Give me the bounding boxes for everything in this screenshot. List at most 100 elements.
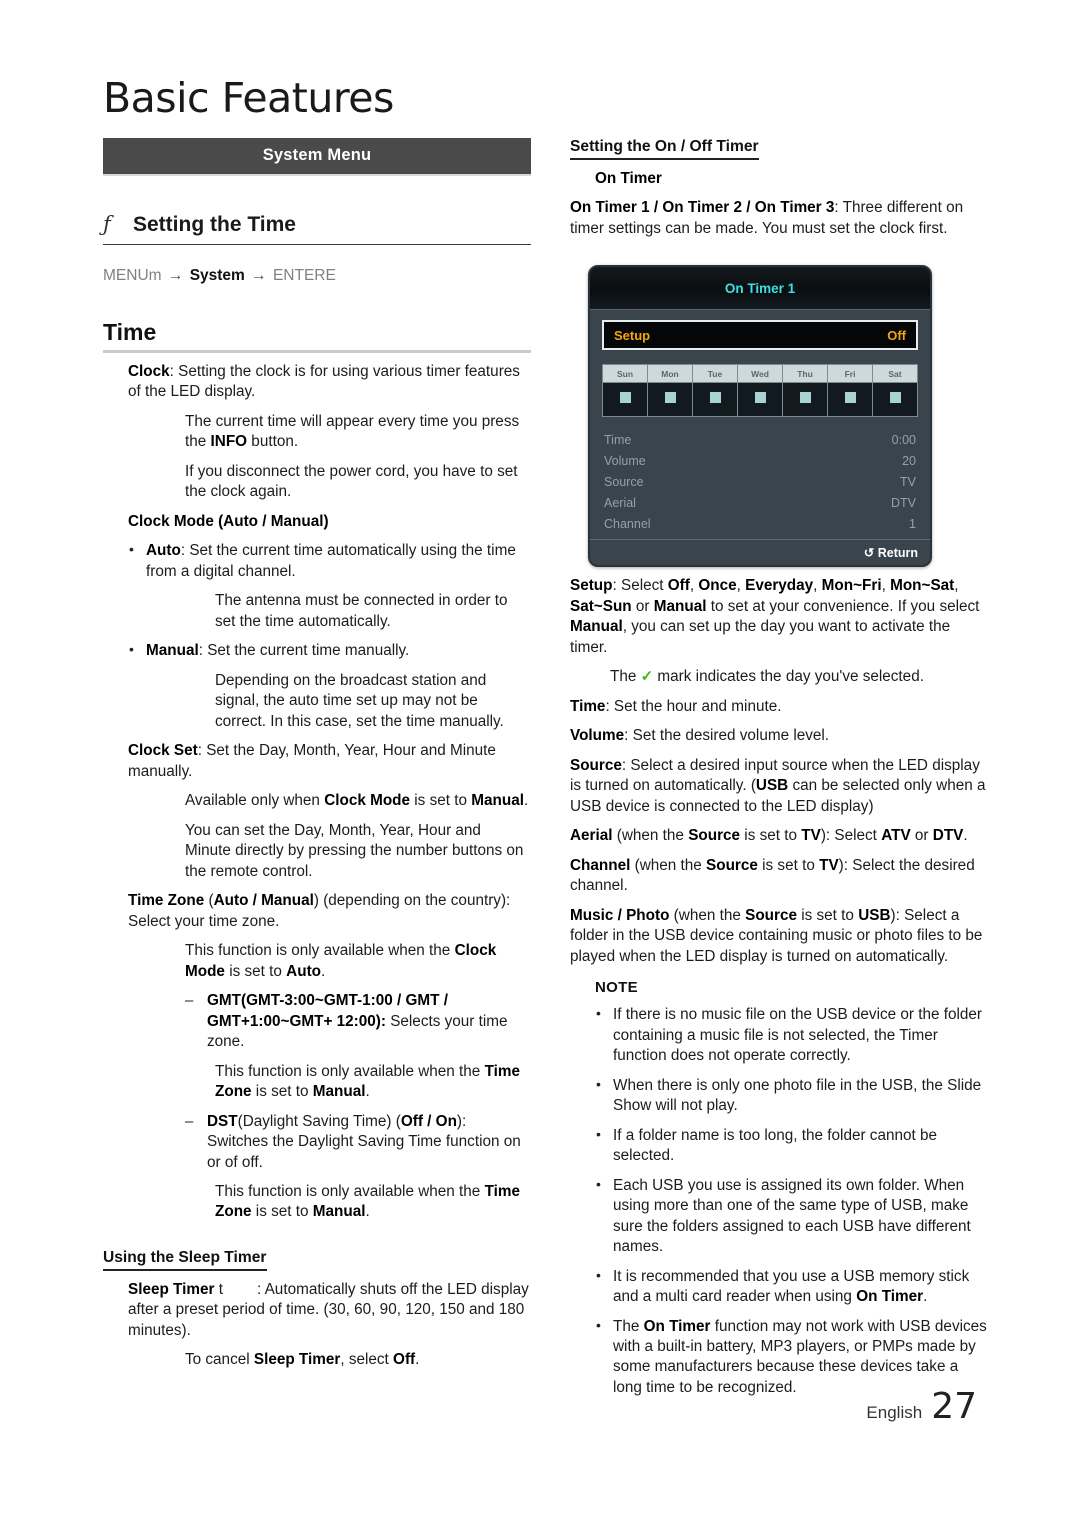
- para-note-2: When there is only one photo file in the…: [595, 1075, 990, 1117]
- para-channel: Channel (when the Source is set to TV): …: [570, 856, 975, 895]
- osd-day-cell[interactable]: Fri: [828, 365, 873, 417]
- para-sleep-timer-note: To cancel Sleep Timer, select Off.: [185, 1351, 420, 1369]
- section-heading-label: Setting the Time: [133, 213, 296, 236]
- sleep-timer-glyph: t: [218, 1280, 223, 1298]
- page-footer: English 27: [866, 1386, 977, 1427]
- osd-setup-label: Setup: [614, 327, 651, 343]
- osd-setting-row[interactable]: Volume 20: [602, 450, 918, 471]
- para-manual-note: Depending on the broadcast station and s…: [215, 671, 504, 730]
- osd-setting-row[interactable]: Source TV: [602, 471, 918, 492]
- heading-time: Time: [103, 319, 531, 353]
- para-sleep-timer: Sleep Timer t : Automatically shuts off …: [128, 1280, 529, 1339]
- para-source: Source: Select a desired input source wh…: [570, 756, 986, 815]
- footer-language: English: [866, 1403, 923, 1422]
- para-gmt: GMT(GMT-3:00~GMT-1:00 / GMT / GMT+1:00~G…: [185, 991, 531, 1052]
- section-heading-setting-the-time: ƒ Setting the Time: [103, 212, 531, 245]
- para-clock-note-1: The current time will appear every time …: [185, 412, 520, 451]
- page-title: Basic Features: [103, 74, 394, 122]
- manual-page: Basic Features System Menu ƒ Setting the…: [0, 0, 1080, 1519]
- osd-setting-row[interactable]: Aerial DTV: [602, 492, 918, 513]
- osd-day-label: Tue: [693, 365, 737, 384]
- osd-day-label: Wed: [738, 365, 782, 384]
- osd-day-checkbox-cell[interactable]: [648, 383, 692, 417]
- para-note-5: It is recommended that you use a USB mem…: [595, 1266, 990, 1308]
- para-music-photo: Music / Photo (when the Source is set to…: [570, 906, 983, 965]
- para-clock: Clock: Setting the clock is for using va…: [128, 363, 520, 401]
- return-button[interactable]: ↺ Return: [864, 545, 918, 560]
- para-setup: Setup: Select Off, Once, Everyday, Mon~F…: [570, 577, 980, 656]
- menu-path: MENUm → System → ENTERE: [103, 267, 531, 285]
- subheading-using-the-sleep-timer: Using the Sleep Timer: [103, 1249, 267, 1271]
- osd-screenshot: On Timer 1 Setup Off Sun Mon Tue Wed Thu…: [588, 265, 932, 568]
- osd-setting-value: 0:00: [891, 432, 916, 447]
- osd-day-cell[interactable]: Mon: [648, 365, 693, 417]
- right-column: Setting the On / Off Timer On Timer On T…: [570, 138, 990, 1398]
- osd-setup-value: Off: [887, 327, 906, 343]
- checkbox-icon: [619, 392, 631, 404]
- checkbox-icon: [889, 392, 901, 404]
- para-note-1: If there is no music file on the USB dev…: [595, 1004, 990, 1066]
- osd-day-cell[interactable]: Sat: [873, 365, 917, 417]
- osd-setting-value: 1: [909, 516, 916, 531]
- para-dst-note: This function is only available when the…: [215, 1182, 520, 1221]
- para-clock-set-note-2: You can set the Day, Month, Year, Hour a…: [185, 821, 524, 880]
- osd-setting-label: Time: [604, 432, 632, 447]
- checkmark-icon: ✓: [640, 668, 654, 686]
- osd-day-checkbox-cell[interactable]: [738, 383, 782, 417]
- osd-setting-value: 20: [902, 453, 916, 468]
- para-on-timer-label: On Timer: [595, 170, 662, 187]
- menu-path-first: MENUm: [103, 267, 162, 284]
- osd-day-checkbox-cell[interactable]: [783, 383, 827, 417]
- osd-day-label: Mon: [648, 365, 692, 384]
- subheading-setting-on-off-timer: Setting the On / Off Timer: [570, 138, 759, 160]
- osd-day-cell[interactable]: Tue: [693, 365, 738, 417]
- osd-day-label: Thu: [783, 365, 827, 384]
- osd-return-bar: ↺ Return: [590, 539, 930, 566]
- osd-day-cell[interactable]: Sun: [603, 365, 648, 417]
- osd-day-checkbox-cell[interactable]: [873, 383, 917, 417]
- note-heading: NOTE: [595, 979, 638, 997]
- osd-day-checkbox-cell[interactable]: [828, 383, 872, 417]
- para-time-zone-note: This function is only available when the…: [185, 942, 497, 980]
- para-note-4: Each USB you use is assigned its own fol…: [595, 1175, 990, 1258]
- para-auto: Auto: Set the current time automatically…: [128, 540, 531, 582]
- osd-day-checkbox-cell[interactable]: [603, 383, 647, 417]
- left-column: System Menu ƒ Setting the Time MENUm → S…: [103, 138, 531, 1371]
- menu-path-arrow-2: →: [251, 267, 267, 284]
- osd-setting-label: Channel: [604, 516, 651, 531]
- para-clock-mode-heading: Clock Mode (Auto / Manual): [128, 512, 329, 530]
- osd-setting-label: Aerial: [604, 495, 636, 510]
- para-dst: DST(Daylight Saving Time) (Off / On): Sw…: [185, 1112, 531, 1173]
- osd-day-label: Sat: [873, 365, 917, 384]
- osd-day-checkbox-cell[interactable]: [693, 383, 737, 417]
- para-aerial: Aerial (when the Source is set to TV): S…: [570, 827, 968, 845]
- osd-title-label: On Timer 1: [724, 280, 796, 296]
- osd-setting-label: Source: [604, 474, 644, 489]
- osd-setting-row[interactable]: Channel 1: [602, 513, 918, 534]
- osd-day-selector[interactable]: Sun Mon Tue Wed Thu Fri Sat: [602, 364, 918, 418]
- checkbox-icon: [664, 392, 676, 404]
- osd-settings-list: Time 0:00 Volume 20 Source TV Aerial DTV: [602, 429, 918, 534]
- osd-title-bar: On Timer 1: [590, 267, 930, 311]
- checkbox-icon: [754, 392, 766, 404]
- checkbox-icon: [799, 392, 811, 404]
- osd-day-label: Fri: [828, 365, 872, 384]
- checkbox-icon: [709, 392, 721, 404]
- system-menu-banner: System Menu: [103, 138, 531, 176]
- para-time-zone: Time Zone (Auto / Manual) (depending on …: [128, 892, 511, 930]
- osd-setting-label: Volume: [604, 453, 646, 468]
- para-clock-set: Clock Set: Set the Day, Month, Year, Hou…: [128, 742, 496, 780]
- para-time: Time: Set the hour and minute.: [570, 697, 782, 715]
- osd-setting-row[interactable]: Time 0:00: [602, 429, 918, 450]
- footer-page-number: 27: [931, 1386, 977, 1427]
- para-clock-set-note-1: Available only when Clock Mode is set to…: [185, 792, 529, 810]
- para-auto-note: The antenna must be connected in order t…: [215, 592, 508, 630]
- menu-path-third: ENTERE: [272, 267, 336, 284]
- osd-day-cell[interactable]: Wed: [738, 365, 783, 417]
- para-volume: Volume: Set the desired volume level.: [570, 727, 830, 745]
- osd-setup-row[interactable]: Setup Off: [602, 320, 918, 351]
- para-manual: Manual: Set the current time manually.: [128, 640, 531, 661]
- para-setup-note: The ✓ mark indicates the day you've sele…: [610, 668, 924, 686]
- osd-day-cell[interactable]: Thu: [783, 365, 828, 417]
- menu-path-second: System: [189, 267, 245, 284]
